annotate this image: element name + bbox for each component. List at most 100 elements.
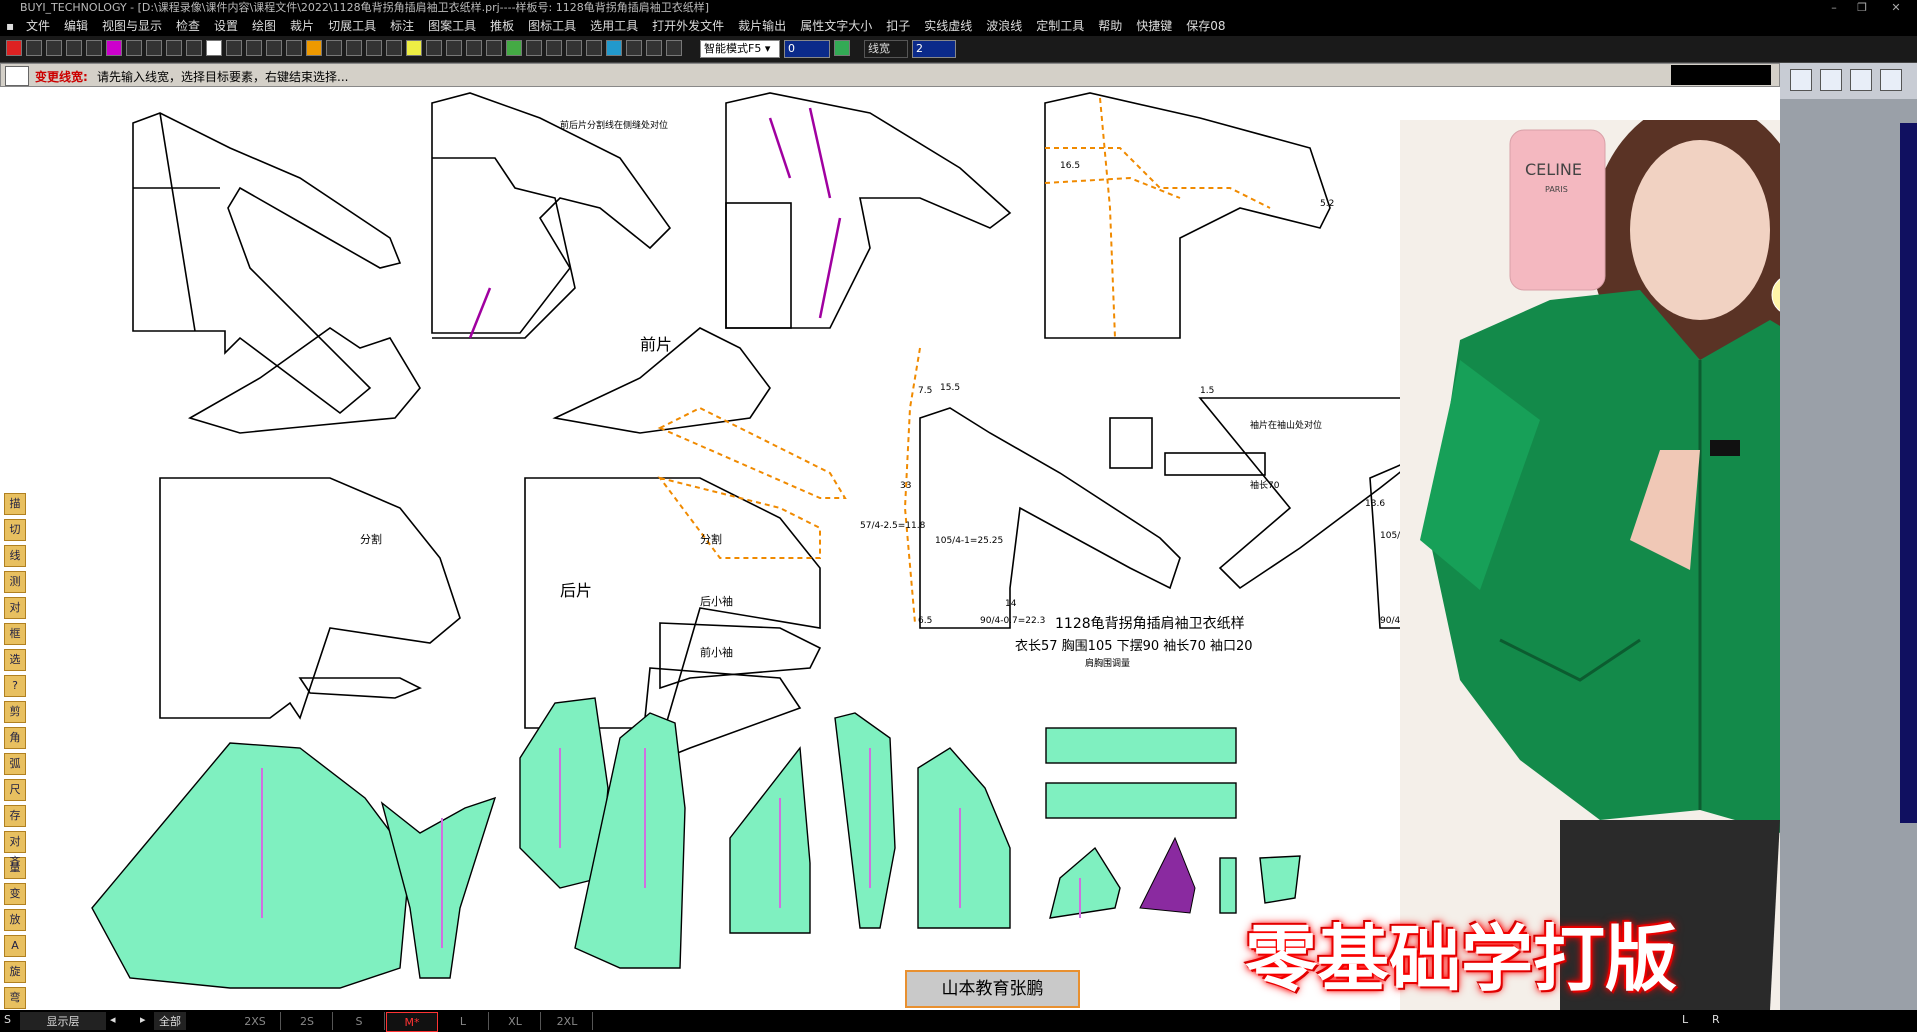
toolbar-tool-12-icon[interactable]	[246, 40, 262, 56]
menu-item-0[interactable]: 文件	[26, 19, 50, 33]
size-tab-5[interactable]: XL	[490, 1012, 541, 1030]
left-tool-16-icon[interactable]: 放	[4, 909, 26, 931]
toolbar-tool-31-icon[interactable]	[626, 40, 642, 56]
value-input[interactable]: 0	[784, 40, 830, 58]
menu-item-5[interactable]: 绘图	[252, 19, 276, 33]
all-sizes-button[interactable]: 全部	[154, 1012, 186, 1030]
toolbar-tool-27-icon[interactable]	[546, 40, 562, 56]
left-tool-0-icon[interactable]: 描	[4, 493, 26, 515]
drawing-canvas[interactable]: 前片 后片 分割 分割 后小袖 前小袖 1128龟背拐角插肩袖卫衣纸样 衣长57…	[0, 88, 1780, 1010]
toolbar-tool-3-icon[interactable]	[66, 40, 82, 56]
left-tool-11-icon[interactable]: 尺	[4, 779, 26, 801]
toolbar-tool-21-icon[interactable]	[426, 40, 442, 56]
close-button[interactable]: ✕	[1882, 0, 1910, 16]
toolbar-tool-26-icon[interactable]	[526, 40, 542, 56]
menu-item-22[interactable]: 保存08	[1186, 19, 1225, 33]
menu-item-15[interactable]: 属性文字大小	[800, 19, 872, 33]
toolbar-tool-15-icon[interactable]	[306, 40, 322, 56]
toolbar-tool-19-icon[interactable]	[386, 40, 402, 56]
left-tool-17-icon[interactable]: A	[4, 935, 26, 957]
left-tool-18-icon[interactable]: 旋	[4, 961, 26, 983]
size-tab-6[interactable]: 2XL	[542, 1012, 593, 1030]
toolbar-tool-29-icon[interactable]	[586, 40, 602, 56]
menu-item-6[interactable]: 裁片	[290, 19, 314, 33]
menu-item-14[interactable]: 裁片输出	[738, 19, 786, 33]
toolbar-tool-16-icon[interactable]	[326, 40, 342, 56]
toolbar-tool-2-icon[interactable]	[46, 40, 62, 56]
toolbar-tool-20-icon[interactable]	[406, 40, 422, 56]
toolbar-tool-23-icon[interactable]	[466, 40, 482, 56]
left-tool-12-icon[interactable]: 存	[4, 805, 26, 827]
size-tab-2[interactable]: S	[334, 1012, 385, 1030]
minimize-button[interactable]: –	[1820, 0, 1848, 16]
display-layer-select[interactable]: 显示层	[20, 1012, 106, 1030]
right-l-button[interactable]: L	[1682, 1010, 1688, 1030]
menu-item-13[interactable]: 打开外发文件	[652, 19, 724, 33]
mode-select[interactable]: 智能模式F5 ▾	[700, 40, 780, 58]
left-tool-3-icon[interactable]: 测	[4, 571, 26, 593]
toolbar-tool-22-icon[interactable]	[446, 40, 462, 56]
prompt-input[interactable]	[1671, 65, 1771, 85]
toolbar-tool-6-icon[interactable]	[126, 40, 142, 56]
left-tool-13-icon[interactable]: 对齐	[4, 831, 26, 868]
toolbar-tool-25-icon[interactable]	[506, 40, 522, 56]
toolbar-tool-5-icon[interactable]	[106, 40, 122, 56]
left-tool-7-icon[interactable]: ?	[4, 675, 26, 697]
left-tool-5-icon[interactable]: 框	[4, 623, 26, 645]
menu-item-19[interactable]: 定制工具	[1036, 19, 1084, 33]
toolbar-tool-13-icon[interactable]	[266, 40, 282, 56]
toolbar-tool-14-icon[interactable]	[286, 40, 302, 56]
toolbar-tool-11-icon[interactable]	[226, 40, 242, 56]
toolbar-tool-17-icon[interactable]	[346, 40, 362, 56]
menu-item-10[interactable]: 推板	[490, 19, 514, 33]
left-tool-19-icon[interactable]: 弯	[4, 987, 26, 1009]
menu-item-17[interactable]: 实线虚线	[924, 19, 972, 33]
left-tool-8-icon[interactable]: 剪	[4, 701, 26, 723]
line-width-input[interactable]: 2	[912, 40, 956, 58]
right-r-button[interactable]: R	[1712, 1010, 1720, 1030]
left-tool-9-icon[interactable]: 角	[4, 727, 26, 749]
toolbar-tool-30-icon[interactable]	[606, 40, 622, 56]
menu-item-9[interactable]: 图案工具	[428, 19, 476, 33]
menu-item-8[interactable]: 标注	[390, 19, 414, 33]
toolbar-tool-18-icon[interactable]	[366, 40, 382, 56]
toolbar-tool-7-icon[interactable]	[146, 40, 162, 56]
toolbar-tool-28-icon[interactable]	[566, 40, 582, 56]
right-view-2-icon[interactable]	[1850, 69, 1872, 91]
size-tab-3[interactable]: M*	[386, 1012, 438, 1032]
menu-item-16[interactable]: 扣子	[886, 19, 910, 33]
prev-arrow-icon[interactable]: ◂	[110, 1010, 116, 1030]
menu-item-11[interactable]: 图标工具	[528, 19, 576, 33]
menu-item-7[interactable]: 切展工具	[328, 19, 376, 33]
left-tool-10-icon[interactable]: 弧	[4, 753, 26, 775]
toolbar-tool-9-icon[interactable]	[186, 40, 202, 56]
toolbar-tool-1-icon[interactable]	[26, 40, 42, 56]
left-tool-15-icon[interactable]: 变	[4, 883, 26, 905]
size-tab-4[interactable]: L	[438, 1012, 489, 1030]
right-view-1-icon[interactable]	[1820, 69, 1842, 91]
menu-item-2[interactable]: 视图与显示	[102, 19, 162, 33]
menu-item-12[interactable]: 选用工具	[590, 19, 638, 33]
menu-item-21[interactable]: 快捷键	[1136, 19, 1172, 33]
left-tool-2-icon[interactable]: 线	[4, 545, 26, 567]
next-arrow-icon[interactable]: ▸	[140, 1010, 146, 1030]
toolbar-tool-24-icon[interactable]	[486, 40, 502, 56]
size-tab-0[interactable]: 2XS	[230, 1012, 281, 1030]
confirm-icon[interactable]	[834, 40, 850, 56]
right-view-0-icon[interactable]	[1790, 69, 1812, 91]
toolbar-tool-4-icon[interactable]	[86, 40, 102, 56]
toolbar-tool-0-icon[interactable]	[6, 40, 22, 56]
right-view-3-icon[interactable]	[1880, 69, 1902, 91]
menu-item-3[interactable]: 检查	[176, 19, 200, 33]
toolbar-tool-33-icon[interactable]	[666, 40, 682, 56]
maximize-button[interactable]: ❐	[1848, 0, 1876, 16]
toolbar-tool-32-icon[interactable]	[646, 40, 662, 56]
left-tool-4-icon[interactable]: 对	[4, 597, 26, 619]
menu-item-1[interactable]: 编辑	[64, 19, 88, 33]
menu-item-20[interactable]: 帮助	[1098, 19, 1122, 33]
menu-item-4[interactable]: 设置	[214, 19, 238, 33]
toolbar-tool-10-icon[interactable]	[206, 40, 222, 56]
size-tab-1[interactable]: 2S	[282, 1012, 333, 1030]
menu-item-18[interactable]: 波浪线	[986, 19, 1022, 33]
left-tool-6-icon[interactable]: 选	[4, 649, 26, 671]
